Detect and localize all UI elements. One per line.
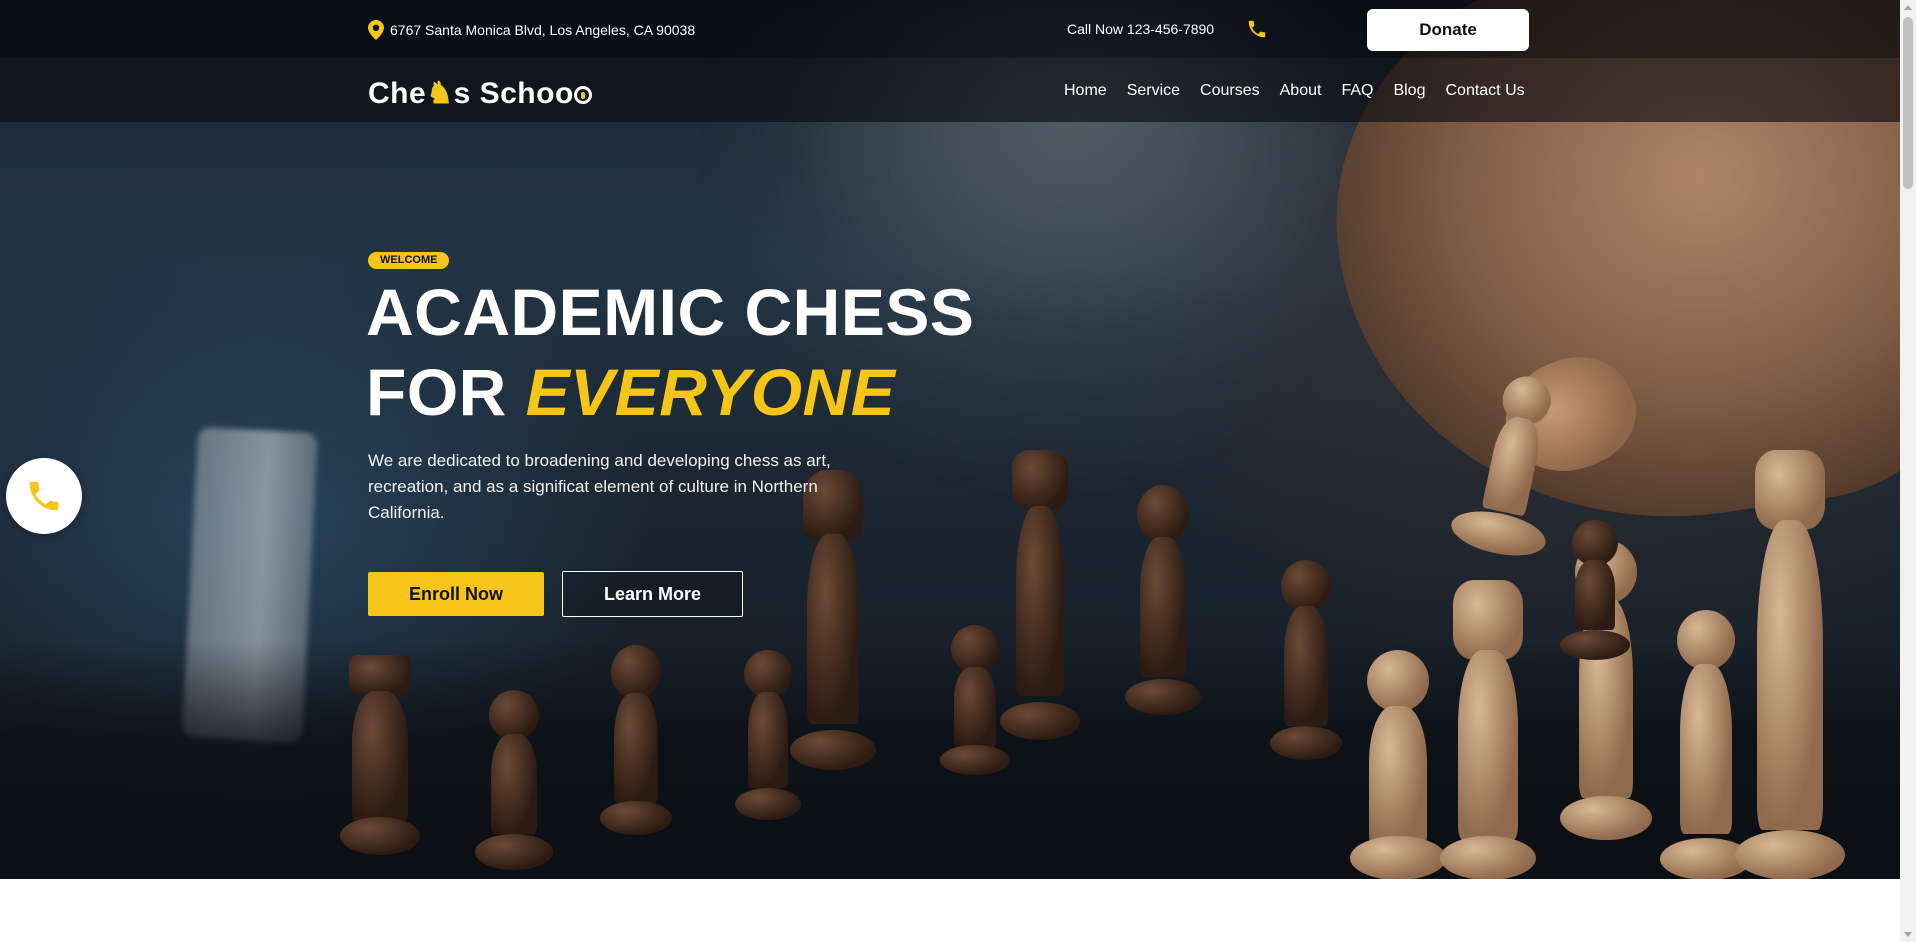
logo-text-part2: s Schoo: [453, 77, 574, 110]
address-info: 6767 Santa Monica Blvd, Los Angeles, CA …: [368, 20, 695, 40]
chess-piece: [340, 655, 420, 855]
nav-service[interactable]: Service: [1117, 82, 1190, 100]
chess-piece: [1270, 560, 1342, 760]
hero-title-line2: FOR EVERYONE: [366, 352, 974, 432]
hero-title-prefix: FOR: [366, 355, 526, 429]
chess-piece: [1125, 485, 1201, 715]
nav-about[interactable]: About: [1270, 82, 1332, 100]
map-pin-icon: [368, 20, 384, 40]
hero-title-emphasis: EVERYONE: [525, 355, 896, 429]
knight-icon: ♞: [426, 77, 454, 110]
hero-title: ACADEMIC CHESS FOR EVERYONE: [366, 272, 974, 432]
chess-piece: [1000, 450, 1080, 740]
enroll-now-button[interactable]: Enroll Now: [368, 572, 544, 616]
chess-piece: [475, 690, 553, 870]
scroll-down-arrow-icon[interactable]: [1904, 932, 1912, 937]
chess-piece: [1350, 650, 1446, 879]
scrollbar-thumb[interactable]: [1903, 17, 1913, 189]
scroll-up-arrow-icon[interactable]: [1904, 5, 1912, 10]
floating-call-button[interactable]: [6, 458, 82, 534]
nav-courses[interactable]: Courses: [1190, 82, 1270, 100]
chess-piece: [600, 645, 672, 835]
donate-button[interactable]: Donate: [1367, 9, 1529, 51]
nav-home[interactable]: Home: [1064, 82, 1117, 100]
address-text: 6767 Santa Monica Blvd, Los Angeles, CA …: [390, 22, 696, 38]
phone-icon: [29, 481, 59, 511]
site-logo[interactable]: Che♞s Schoo: [368, 76, 592, 111]
chess-piece: [1440, 580, 1536, 879]
welcome-badge: WELCOME: [368, 252, 450, 269]
top-navbar: [0, 0, 1900, 122]
learn-more-button[interactable]: Learn More: [562, 571, 743, 617]
page-scrollbar[interactable]: [1900, 0, 1916, 942]
nav-contact-us[interactable]: Contact Us: [1435, 82, 1534, 100]
pawn-ring-icon: [573, 86, 592, 104]
hero-background: [0, 0, 1900, 879]
chess-piece: [1735, 450, 1845, 879]
main-nav: Home Service Courses About FAQ Blog Cont…: [1064, 82, 1535, 100]
nav-faq[interactable]: FAQ: [1331, 82, 1383, 100]
phone-icon[interactable]: [1246, 18, 1268, 40]
call-now-text[interactable]: Call Now 123-456-7890: [1067, 21, 1214, 37]
chess-piece: [1560, 520, 1630, 660]
logo-text-part1: Che: [368, 77, 427, 110]
hero-description: We are dedicated to broadening and devel…: [368, 451, 831, 522]
nav-blog[interactable]: Blog: [1383, 82, 1435, 100]
hero-title-line1: ACADEMIC CHESS: [366, 275, 975, 349]
